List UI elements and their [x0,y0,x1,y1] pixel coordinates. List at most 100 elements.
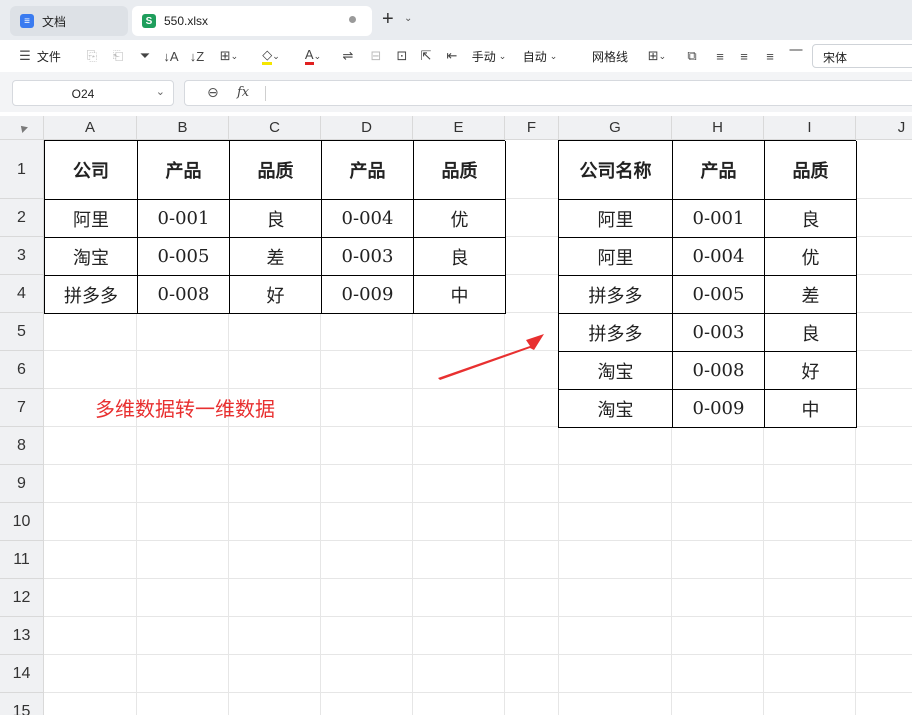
align-top-icon[interactable]: ⎺ [786,40,806,72]
merge-cells-icon[interactable]: ⊟ [366,40,386,72]
wrap-text-icon[interactable]: ⇌ [338,40,358,72]
font-color-icon[interactable]: A ⌄ [298,40,328,72]
row-header-15[interactable]: 15 [0,693,44,715]
column-header-c[interactable]: C [229,116,321,140]
align-left-icon[interactable]: ≡ [710,40,730,72]
row-header-10[interactable]: 10 [0,503,44,541]
table-cell[interactable]: 0-003 [322,238,414,276]
manual-calc-dropdown[interactable]: 手动 ⌄ [468,40,510,72]
fx-icon[interactable]: fx [237,85,249,100]
cell-style-icon[interactable]: ⊞ ⌄ [644,40,670,72]
insert-row-icon[interactable]: ⊡ [392,40,412,72]
table-cell[interactable]: 淘宝 [559,352,673,390]
format-painter-icon[interactable]: ⎗ [108,40,128,72]
table-header-cell[interactable]: 公司 [45,141,138,200]
table-cell[interactable]: 阿里 [559,238,673,276]
paste-icon[interactable]: ⎘ [82,40,102,72]
row-header-13[interactable]: 13 [0,617,44,655]
chevron-down-icon[interactable]: ⌄ [156,85,165,98]
table-cell[interactable]: 淘宝 [559,390,673,428]
row-header-4[interactable]: 4 [0,275,44,313]
table-cell[interactable]: 淘宝 [45,238,138,276]
column-header-e[interactable]: E [413,116,505,140]
table-cell[interactable]: 0-003 [673,314,765,352]
row-header-5[interactable]: 5 [0,313,44,351]
align-right-icon[interactable]: ≡ [760,40,780,72]
freeze-top-icon[interactable]: ⇱ [416,40,436,72]
table-cell[interactable]: 0-009 [322,276,414,314]
row-header-7[interactable]: 7 [0,389,44,427]
table-cell[interactable]: 0-008 [673,352,765,390]
table-header-cell[interactable]: 品质 [230,141,322,200]
sort-ascending-icon[interactable]: ↓A [160,40,182,72]
table-cell[interactable]: 差 [230,238,322,276]
column-header-j[interactable]: J [856,116,912,140]
table-cell[interactable]: 拼多多 [559,314,673,352]
table-cell[interactable]: 好 [230,276,322,314]
table-cell[interactable]: 差 [765,276,857,314]
table-header-cell[interactable]: 产品 [322,141,414,200]
tab-documents[interactable]: ≡ 文档 [10,6,128,36]
table-cell[interactable]: 阿里 [559,200,673,238]
borders-icon[interactable]: ⊞ ⌄ [216,40,242,72]
column-header-f[interactable]: F [505,116,559,140]
table-cell[interactable]: 0-005 [138,238,230,276]
row-header-1[interactable]: 1 [0,140,44,199]
table-cell[interactable]: 0-008 [138,276,230,314]
table-cell[interactable]: 阿里 [45,200,138,238]
table-cell[interactable]: 拼多多 [45,276,138,314]
table-cell[interactable]: 优 [765,238,857,276]
table-header-cell[interactable]: 品质 [765,141,857,200]
column-header-b[interactable]: B [137,116,229,140]
column-header-g[interactable]: G [559,116,672,140]
table-cell[interactable]: 好 [765,352,857,390]
table-cell[interactable]: 中 [414,276,506,314]
align-center-icon[interactable]: ≡ [734,40,754,72]
row-header-3[interactable]: 3 [0,237,44,275]
table-cell[interactable]: 中 [765,390,857,428]
auto-calc-dropdown[interactable]: 自动 ⌄ [518,40,562,72]
table-header-cell[interactable]: 产品 [138,141,230,200]
table-cell[interactable]: 0-005 [673,276,765,314]
row-header-11[interactable]: 11 [0,541,44,579]
table-cell[interactable]: 优 [414,200,506,238]
row-header-9[interactable]: 9 [0,465,44,503]
sheet-grid[interactable]: A B C D E F G H I J 1 2 3 4 5 6 7 8 9 10… [0,116,912,715]
column-header-a[interactable]: A [44,116,137,140]
file-menu-button[interactable]: ☰ 文件 [16,40,64,72]
chevron-down-icon[interactable]: ⌄ [404,13,412,24]
row-header-8[interactable]: 8 [0,427,44,465]
formula-input[interactable]: ⊖ fx [184,80,912,106]
select-all-corner[interactable] [0,116,44,140]
table-header-cell[interactable]: 公司名称 [559,141,673,200]
zoom-icon[interactable]: ⊖ [207,84,219,101]
table-header-cell[interactable]: 产品 [673,141,765,200]
table-cell[interactable]: 良 [414,238,506,276]
row-header-14[interactable]: 14 [0,655,44,693]
font-family-select[interactable]: 宋体 [812,44,912,68]
table-cell[interactable]: 0-004 [673,238,765,276]
column-header-d[interactable]: D [321,116,413,140]
unsaved-dot-icon[interactable] [349,16,356,23]
table-cell[interactable]: 良 [230,200,322,238]
table-cell[interactable]: 0-004 [322,200,414,238]
tab-spreadsheet-file[interactable]: S 550.xlsx [132,6,372,36]
column-header-h[interactable]: H [672,116,764,140]
column-header-i[interactable]: I [764,116,856,140]
table-header-cell[interactable]: 品质 [414,141,506,200]
new-tab-plus-icon[interactable]: + [382,8,394,31]
row-header-2[interactable]: 2 [0,199,44,237]
table-cell[interactable]: 0-001 [138,200,230,238]
row-header-6[interactable]: 6 [0,351,44,389]
clear-format-icon[interactable]: ⧉ [682,40,702,72]
sort-descending-icon[interactable]: ↓Z [186,40,208,72]
name-box[interactable]: O24 ⌄ [12,80,174,106]
freeze-left-icon[interactable]: ⇤ [442,40,462,72]
fill-color-icon[interactable]: ◇ ⌄ [256,40,286,72]
table-cell[interactable]: 0-001 [673,200,765,238]
table-cell[interactable]: 良 [765,200,857,238]
table-cell[interactable]: 0-009 [673,390,765,428]
table-cell[interactable]: 拼多多 [559,276,673,314]
filter-icon[interactable]: ⏷ [136,40,154,72]
table-cell[interactable]: 良 [765,314,857,352]
